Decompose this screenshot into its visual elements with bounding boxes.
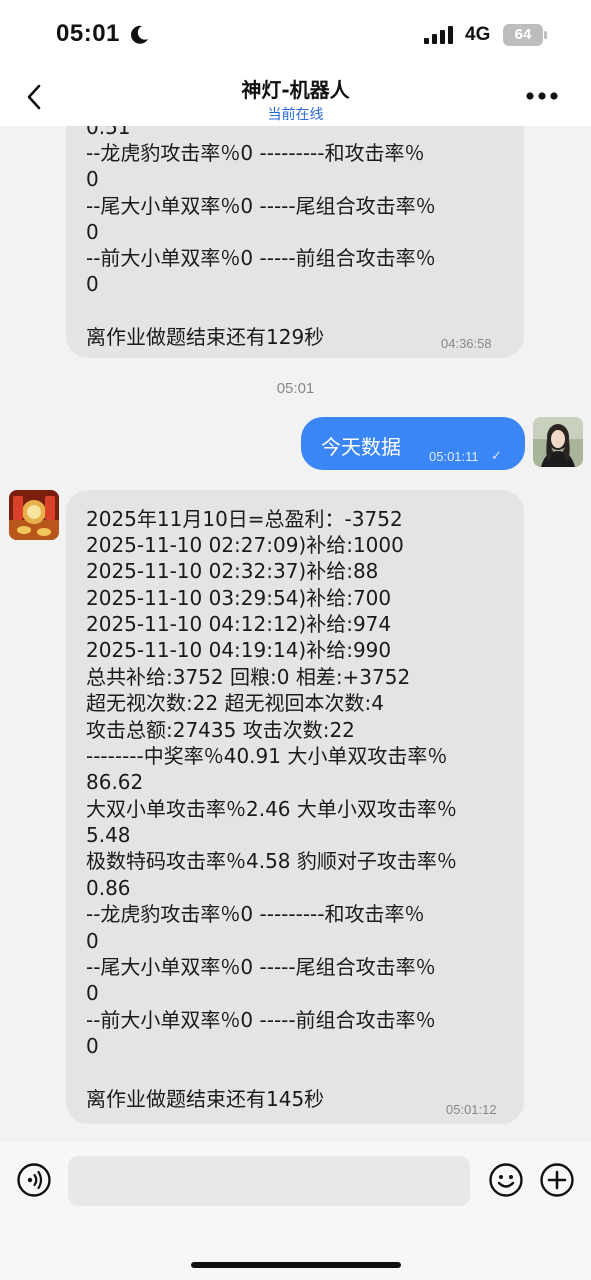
- message-line: 0: [86, 220, 99, 244]
- message-line: --前大小单双率％0 -----前组合攻击率％: [86, 246, 436, 270]
- message-line: 大双小单攻击率％2.46 大单小双攻击率％: [86, 797, 457, 821]
- message-line: 86.62: [86, 770, 144, 794]
- message-line: 2025-11-10 03:29:54)补给:700: [86, 586, 392, 610]
- chat-area[interactable]: 0.51 --龙虎豹攻击率％0 ---------和攻击率％ 0 --尾大小单双…: [0, 126, 591, 1142]
- message-line: 0: [86, 272, 99, 296]
- message-line: 2025-11-10 02:27:09)补给:1000: [86, 533, 404, 557]
- message-bubble-incoming[interactable]: 2025年11月10日=总盈利：-3752 2025-11-10 02:27:0…: [66, 490, 524, 1124]
- message-line: 攻击总额:27435 攻击次数:22: [86, 718, 355, 742]
- message-line: 2025-11-10 04:19:14)补给:990: [86, 638, 392, 662]
- message-line: 超无视次数:22 超无视回本次数:4: [86, 691, 385, 715]
- signal-icon: [424, 26, 453, 44]
- message-line: 0.51: [86, 126, 131, 139]
- battery-level: 64: [514, 26, 532, 43]
- message-time: 05:01:11: [429, 449, 479, 464]
- emoji-icon[interactable]: [488, 1162, 524, 1198]
- center-timestamp: 05:01: [276, 380, 315, 397]
- input-bar: [0, 1142, 591, 1280]
- chat-title: 神灯-机器人: [241, 78, 350, 102]
- message-line: --尾大小单双率％0 -----尾组合攻击率％: [86, 955, 436, 979]
- message-line: 2025-11-10 02:32:37)补给:88: [86, 559, 379, 583]
- read-check-icon: ✓: [491, 448, 502, 463]
- message-line: 0: [86, 1034, 99, 1058]
- message-line: 离作业做题结束还有145秒: [86, 1087, 325, 1111]
- message-line: 0: [86, 167, 99, 191]
- online-status: 当前在线: [267, 107, 324, 123]
- message-line: 极数特码攻击率％4.58 豹顺对子攻击率％: [86, 849, 457, 873]
- user-avatar[interactable]: [533, 417, 583, 467]
- message-line: --龙虎豹攻击率％0 ---------和攻击率％: [86, 141, 425, 165]
- message-line: 0.86: [86, 876, 131, 900]
- status-bar: 05:01 4G 64: [0, 0, 591, 70]
- message-line: --前大小单双率％0 -----前组合攻击率％: [86, 1008, 436, 1032]
- message-line: 2025-11-10 04:12:12)补给:974: [86, 612, 392, 636]
- plus-icon[interactable]: [539, 1162, 575, 1198]
- voice-icon[interactable]: [16, 1162, 52, 1198]
- status-time: 05:01: [56, 20, 120, 47]
- bot-avatar[interactable]: [9, 490, 59, 540]
- nav-bar: 神灯-机器人 当前在线: [0, 70, 591, 126]
- message-line: 0: [86, 929, 99, 953]
- message-line: 总共补给:3752 回粮:0 相差:+3752: [86, 665, 411, 689]
- moon-icon: [131, 25, 148, 44]
- outgoing-text: 今天数据: [321, 435, 401, 459]
- more-dots-icon[interactable]: [522, 84, 562, 108]
- message-line: --------中奖率％40.91 大小单双攻击率％: [86, 744, 448, 768]
- message-line: --龙虎豹攻击率％0 ---------和攻击率％: [86, 902, 425, 926]
- message-line: 2025年11月10日=总盈利：-3752: [86, 507, 403, 531]
- message-bubble-outgoing[interactable]: 今天数据 05:01:11 ✓: [301, 417, 525, 470]
- message-input[interactable]: [68, 1156, 470, 1206]
- message-line: 0: [86, 981, 99, 1005]
- home-indicator: [191, 1262, 401, 1268]
- message-line: 离作业做题结束还有129秒: [86, 325, 325, 349]
- message-time: 04:36:58: [441, 336, 492, 351]
- message-line: --尾大小单双率％0 -----尾组合攻击率％: [86, 194, 436, 218]
- network-label: 4G: [465, 24, 491, 45]
- message-time: 05:01:12: [446, 1102, 497, 1117]
- message-line: 5.48: [86, 823, 131, 847]
- message-bubble-previous[interactable]: 0.51 --龙虎豹攻击率％0 ---------和攻击率％ 0 --尾大小单双…: [66, 126, 524, 358]
